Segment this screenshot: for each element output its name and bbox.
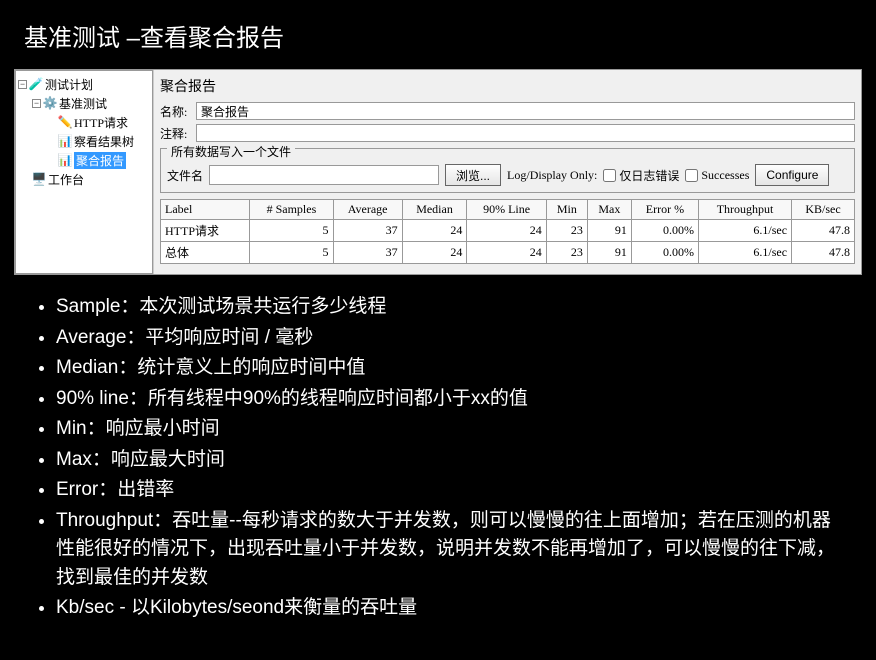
table-cell: 24 — [402, 220, 467, 242]
table-cell: 总体 — [161, 242, 250, 264]
col-error[interactable]: Error % — [631, 200, 698, 220]
table-cell: 24 — [467, 220, 546, 242]
table-cell: 91 — [587, 220, 631, 242]
fieldset-legend: 所有数据写入一个文件 — [167, 143, 295, 160]
col-samples[interactable]: # Samples — [250, 200, 333, 220]
col-max[interactable]: Max — [587, 200, 631, 220]
table-cell: 6.1/sec — [698, 220, 791, 242]
results-table: Label # Samples Average Median 90% Line … — [160, 199, 855, 264]
tree-node-workbench[interactable]: 🖥️ 工作台 — [18, 170, 150, 189]
bullet-item: Min：响应最小时间 — [56, 415, 836, 444]
bullet-item: Sample：本次测试场景共运行多少线程 — [56, 293, 836, 322]
table-cell: 0.00% — [631, 220, 698, 242]
collapse-icon[interactable]: − — [32, 99, 41, 108]
screen-icon: 🖥️ — [32, 173, 46, 187]
bullet-item: 90% line：所有线程中90%的线程响应时间都小于xx的值 — [56, 385, 836, 414]
bullet-item: Kb/sec - 以Kilobytes/seond来衡量的吞吐量 — [56, 594, 836, 623]
tree-label: HTTP请求 — [74, 114, 128, 131]
table-cell: 24 — [467, 242, 546, 264]
results-table-wrap: Label # Samples Average Median 90% Line … — [160, 199, 855, 264]
errors-checkbox[interactable]: 仅日志错误 — [603, 167, 679, 184]
bullet-item: Average：平均响应时间 / 毫秒 — [56, 324, 836, 353]
jmeter-panel: − 🧪 测试计划 − ⚙️ 基准测试 ✏️ HTTP请求 📊 察看结果树 📊 聚… — [14, 69, 862, 275]
comment-row: 注释: — [154, 122, 861, 144]
tree-label: 基准测试 — [59, 95, 107, 112]
comment-label: 注释: — [160, 125, 196, 142]
table-row[interactable]: 总体537242423910.00%6.1/sec47.8 — [161, 242, 855, 264]
table-cell: 23 — [546, 242, 587, 264]
tree-label: 聚合报告 — [74, 152, 126, 169]
table-cell: 23 — [546, 220, 587, 242]
table-cell: 5 — [250, 242, 333, 264]
col-90line[interactable]: 90% Line — [467, 200, 546, 220]
filename-input[interactable] — [209, 165, 439, 185]
tree-view: − 🧪 测试计划 − ⚙️ 基准测试 ✏️ HTTP请求 📊 察看结果树 📊 聚… — [15, 70, 153, 274]
table-cell: 47.8 — [792, 220, 855, 242]
bullet-item: Throughput：吞吐量--每秒请求的数大于并发数，则可以慢慢的往上面增加；… — [56, 507, 836, 593]
name-row: 名称: — [154, 100, 861, 122]
report-pane: 聚合报告 名称: 注释: 所有数据写入一个文件 文件名 浏览... Log/Di… — [153, 70, 861, 274]
table-cell: 91 — [587, 242, 631, 264]
report-title: 聚合报告 — [154, 74, 861, 100]
bullet-item: Median：统计意义上的响应时间中值 — [56, 354, 836, 383]
comment-input[interactable] — [196, 124, 855, 142]
successes-checkbox[interactable]: Successes — [685, 168, 749, 183]
log-display-label: Log/Display Only: — [507, 168, 597, 183]
bullet-item: Error：出错率 — [56, 476, 836, 505]
tree-root-label: 测试计划 — [45, 76, 93, 93]
name-label: 名称: — [160, 103, 196, 120]
table-cell: 5 — [250, 220, 333, 242]
chart-icon: 📊 — [58, 135, 72, 149]
collapse-icon[interactable]: − — [18, 80, 27, 89]
file-label: 文件名 — [167, 167, 203, 184]
table-cell: 0.00% — [631, 242, 698, 264]
table-cell: 6.1/sec — [698, 242, 791, 264]
col-min[interactable]: Min — [546, 200, 587, 220]
configure-button[interactable]: Configure — [755, 164, 829, 186]
tree-node-benchmark[interactable]: − ⚙️ 基准测试 — [18, 94, 150, 113]
description-list: Sample：本次测试场景共运行多少线程 Average：平均响应时间 / 毫秒… — [0, 275, 876, 623]
bullet-item: Max：响应最大时间 — [56, 446, 836, 475]
tree-label: 工作台 — [48, 171, 84, 188]
tree-node-aggregate[interactable]: 📊 聚合报告 — [18, 151, 150, 170]
tree-label: 察看结果树 — [74, 133, 134, 150]
browse-button[interactable]: 浏览... — [445, 164, 501, 186]
col-label[interactable]: Label — [161, 200, 250, 220]
file-fieldset: 所有数据写入一个文件 文件名 浏览... Log/Display Only: 仅… — [160, 148, 855, 193]
table-cell: 37 — [333, 220, 402, 242]
table-header-row: Label # Samples Average Median 90% Line … — [161, 200, 855, 220]
table-cell: 47.8 — [792, 242, 855, 264]
tree-node-http[interactable]: ✏️ HTTP请求 — [18, 113, 150, 132]
tree-node-resulttree[interactable]: 📊 察看结果树 — [18, 132, 150, 151]
col-kbsec[interactable]: KB/sec — [792, 200, 855, 220]
flask-icon: 🧪 — [29, 78, 43, 92]
name-input[interactable] — [196, 102, 855, 120]
table-row[interactable]: HTTP请求537242423910.00%6.1/sec47.8 — [161, 220, 855, 242]
col-throughput[interactable]: Throughput — [698, 200, 791, 220]
col-average[interactable]: Average — [333, 200, 402, 220]
pencil-icon: ✏️ — [58, 116, 72, 130]
table-cell: HTTP请求 — [161, 220, 250, 242]
col-median[interactable]: Median — [402, 200, 467, 220]
table-cell: 24 — [402, 242, 467, 264]
slide-title: 基准测试 –查看聚合报告 — [0, 0, 876, 69]
table-cell: 37 — [333, 242, 402, 264]
tree-root[interactable]: − 🧪 测试计划 — [18, 75, 150, 94]
chart-icon: 📊 — [58, 154, 72, 168]
gear-icon: ⚙️ — [43, 97, 57, 111]
